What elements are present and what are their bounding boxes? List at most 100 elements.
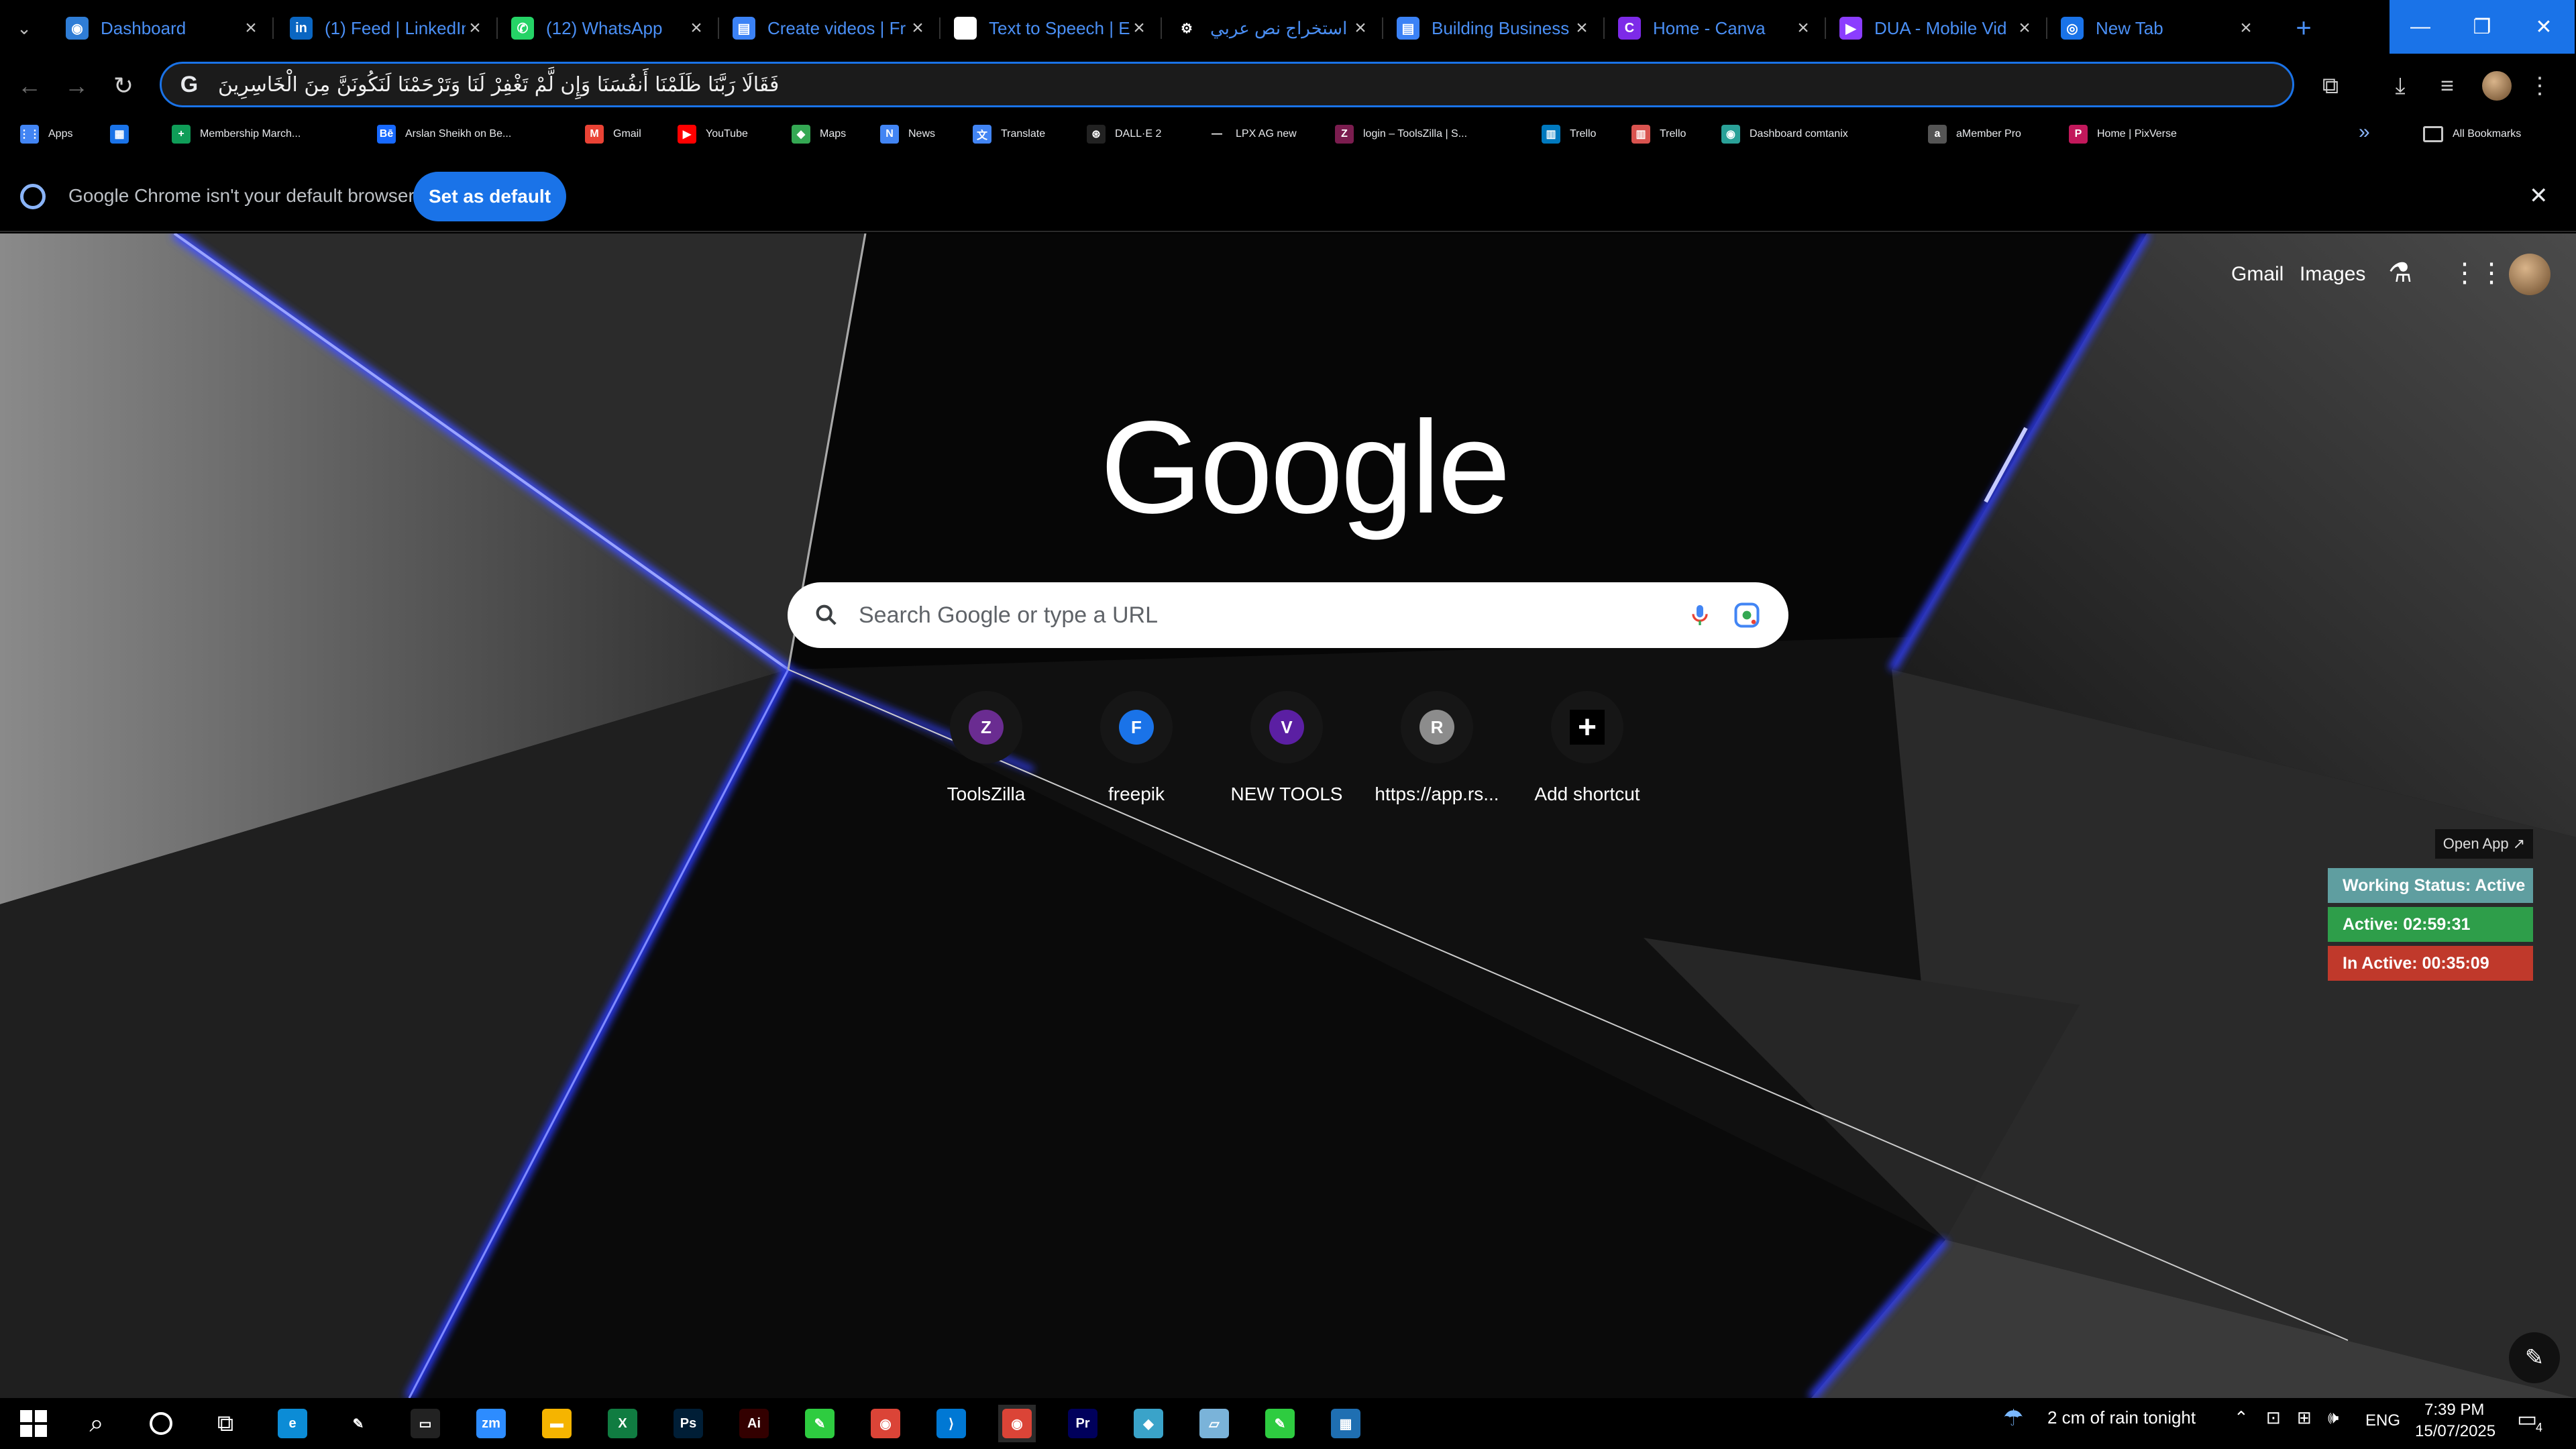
all-bookmarks-button[interactable]: All Bookmarks — [2423, 122, 2521, 146]
labs-flask-icon[interactable]: ⚗ — [2388, 258, 2412, 288]
shortcut-tile[interactable]: V NEW TOOLS — [1212, 691, 1362, 805]
tab-6[interactable]: ⚙ استخراج نص عربي × — [1162, 4, 1383, 52]
taskbar-app[interactable]: ⟩ — [932, 1405, 970, 1442]
tab-close-button[interactable]: × — [1572, 18, 1591, 38]
tab-10[interactable]: ◎ New Tab × — [2047, 4, 2269, 52]
bookmark-item[interactable]: ▥ Trello — [1631, 122, 1686, 146]
forward-button[interactable]: → — [60, 70, 93, 102]
new-tab-button[interactable]: + — [2285, 9, 2322, 47]
taskbar-app[interactable]: ✎ — [339, 1405, 377, 1442]
meet-now-icon[interactable]: ⊡ — [2266, 1407, 2281, 1428]
network-icon[interactable]: ⊞ — [2297, 1407, 2312, 1428]
tab-close-button[interactable]: × — [2237, 18, 2255, 38]
task-view-button[interactable]: ⧉ — [207, 1405, 244, 1442]
customize-chrome-button[interactable]: ✎ — [2509, 1332, 2560, 1383]
bookmark-item[interactable]: ⋮⋮ Apps — [19, 122, 72, 146]
bookmark-item[interactable]: ▶ YouTube — [678, 122, 748, 146]
tab-close-button[interactable]: × — [687, 18, 706, 38]
open-app-button[interactable]: Open App ↗ — [2435, 829, 2533, 859]
taskbar-app[interactable]: zm — [472, 1405, 510, 1442]
chrome-menu-button[interactable]: ⋮ — [2525, 67, 2555, 105]
notification-center-button[interactable]: ▭ — [2517, 1406, 2537, 1432]
tab-close-button[interactable]: × — [1794, 18, 1813, 38]
account-avatar[interactable] — [2509, 254, 2551, 295]
tab-close-button[interactable]: × — [2015, 18, 2034, 38]
taskbar-app[interactable]: ◉ — [867, 1405, 904, 1442]
weather-text[interactable]: 2 cm of rain tonight — [2047, 1407, 2196, 1428]
search-taskbar-button[interactable]: ⌕ — [78, 1405, 115, 1442]
taskbar-app[interactable]: ▬ — [538, 1405, 576, 1442]
restore-button[interactable]: ❐ — [2451, 0, 2513, 54]
bookmark-item[interactable]: a aMember Pro — [1928, 122, 2021, 146]
cortana-button[interactable] — [142, 1405, 180, 1442]
microphone-icon[interactable] — [1686, 599, 1713, 631]
tab-7[interactable]: ▤ Building Business × — [1383, 4, 1605, 52]
shortcut-tile[interactable]: Z ToolsZilla — [911, 691, 1061, 805]
tab-3[interactable]: ✆ (12) WhatsApp × — [498, 4, 719, 52]
clock-date[interactable]: 15/07/2025 — [2415, 1422, 2496, 1441]
bookmark-item[interactable]: Bē Arslan Sheikh on Be... — [377, 122, 511, 146]
minimize-button[interactable]: — — [2390, 0, 2451, 54]
set-as-default-button[interactable]: Set as default — [413, 172, 566, 221]
tab-close-button[interactable]: × — [241, 18, 260, 38]
extensions-button[interactable]: ⧉ — [2312, 67, 2349, 105]
shortcut-tile[interactable]: Rhttps://app.rs... — [1362, 691, 1512, 805]
tab-close-button[interactable]: × — [1130, 18, 1148, 38]
bookmark-item[interactable]: M Gmail — [585, 122, 641, 146]
close-window-button[interactable]: ✕ — [2513, 0, 2575, 54]
tray-overflow-icon[interactable]: ⌃ — [2234, 1407, 2249, 1428]
tab-9[interactable]: ▶ DUA - Mobile Vid × — [1826, 4, 2047, 52]
taskbar-app[interactable]: X — [604, 1405, 641, 1442]
bookmark-item[interactable]: + Membership March... — [172, 122, 301, 146]
clock-time[interactable]: 7:39 PM — [2424, 1401, 2484, 1419]
bookmark-item[interactable]: ◆ Maps — [792, 122, 846, 146]
ntp-search-box[interactable]: Search Google or type a URL — [788, 582, 1788, 648]
taskbar-app[interactable]: ▱ — [1195, 1405, 1233, 1442]
address-bar-text[interactable]: فَقَالَا رَبَّنَا ظَلَمْنَا أَنفُسَنَا و… — [218, 73, 779, 97]
bookmark-item[interactable]: Zlogin – ToolsZilla | S... — [1335, 122, 1467, 146]
bookmarks-overflow-button[interactable]: » — [2359, 121, 2370, 144]
taskbar-app[interactable]: ▦ — [1327, 1405, 1364, 1442]
google-lens-icon[interactable] — [1732, 600, 1762, 630]
shortcut-tile[interactable]: Ffreepik — [1061, 691, 1212, 805]
bookmark-item[interactable]: ▦ — [110, 122, 138, 146]
taskbar-app[interactable]: e — [274, 1405, 311, 1442]
bookmark-item[interactable]: ▥ Trello — [1542, 122, 1596, 146]
add-shortcut-tile[interactable]: + Add shortcut — [1512, 691, 1662, 805]
tab-close-button[interactable]: × — [466, 18, 484, 38]
taskbar-app[interactable]: ▭ — [407, 1405, 444, 1442]
tab-2[interactable]: in (1) Feed | LinkedIn × — [276, 4, 498, 52]
back-button[interactable]: ← — [13, 70, 46, 102]
downloads-button[interactable]: ⤓ — [2381, 67, 2419, 105]
bookmark-item[interactable]: ◉ Dashboard comtanix — [1721, 122, 1848, 146]
media-controls-button[interactable]: ≡ — [2428, 67, 2466, 105]
tab-5[interactable]: ❚❚ Text to Speech | E × — [941, 4, 1162, 52]
bookmark-item[interactable]: P Home | PixVerse — [2069, 122, 2177, 146]
start-button[interactable] — [15, 1405, 52, 1442]
tab-close-button[interactable]: × — [1351, 18, 1370, 38]
infobar-close-button[interactable]: ✕ — [2529, 182, 2548, 209]
bookmark-item[interactable]: N News — [880, 122, 935, 146]
volume-icon[interactable]: 🕪 — [2328, 1407, 2339, 1429]
images-link[interactable]: Images — [2300, 263, 2365, 286]
language-indicator[interactable]: ENG — [2365, 1411, 2400, 1430]
tab-4[interactable]: ▤ Create videos | Fr × — [719, 4, 941, 52]
taskbar-app[interactable]: ◉ — [998, 1405, 1036, 1442]
taskbar-app[interactable]: Ps — [669, 1405, 707, 1442]
profile-button[interactable] — [2478, 67, 2516, 105]
bookmark-item[interactable]: — LPX AG new — [1208, 122, 1297, 146]
tab-search-button[interactable]: ⌄ — [9, 13, 39, 43]
gmail-link[interactable]: Gmail — [2231, 263, 2284, 286]
tab-8[interactable]: C Home - Canva × — [1605, 4, 1826, 52]
taskbar-app[interactable]: Pr — [1064, 1405, 1102, 1442]
bookmark-item[interactable]: ⊛ DALL·E 2 — [1087, 122, 1161, 146]
taskbar-app[interactable]: ✎ — [801, 1405, 839, 1442]
taskbar-app[interactable]: ✎ — [1261, 1405, 1299, 1442]
tab-close-button[interactable]: × — [908, 18, 927, 38]
taskbar-app[interactable]: ◆ — [1130, 1405, 1167, 1442]
reload-button[interactable]: ↻ — [107, 70, 140, 102]
taskbar-app[interactable]: Ai — [735, 1405, 773, 1442]
bookmark-item[interactable]: 文 Translate — [973, 122, 1045, 146]
tab-1[interactable]: ◉ Dashboard × — [52, 4, 274, 52]
address-bar[interactable]: G فَقَالَا رَبَّنَا ظَلَمْنَا أَنفُسَنَا… — [160, 62, 2294, 107]
